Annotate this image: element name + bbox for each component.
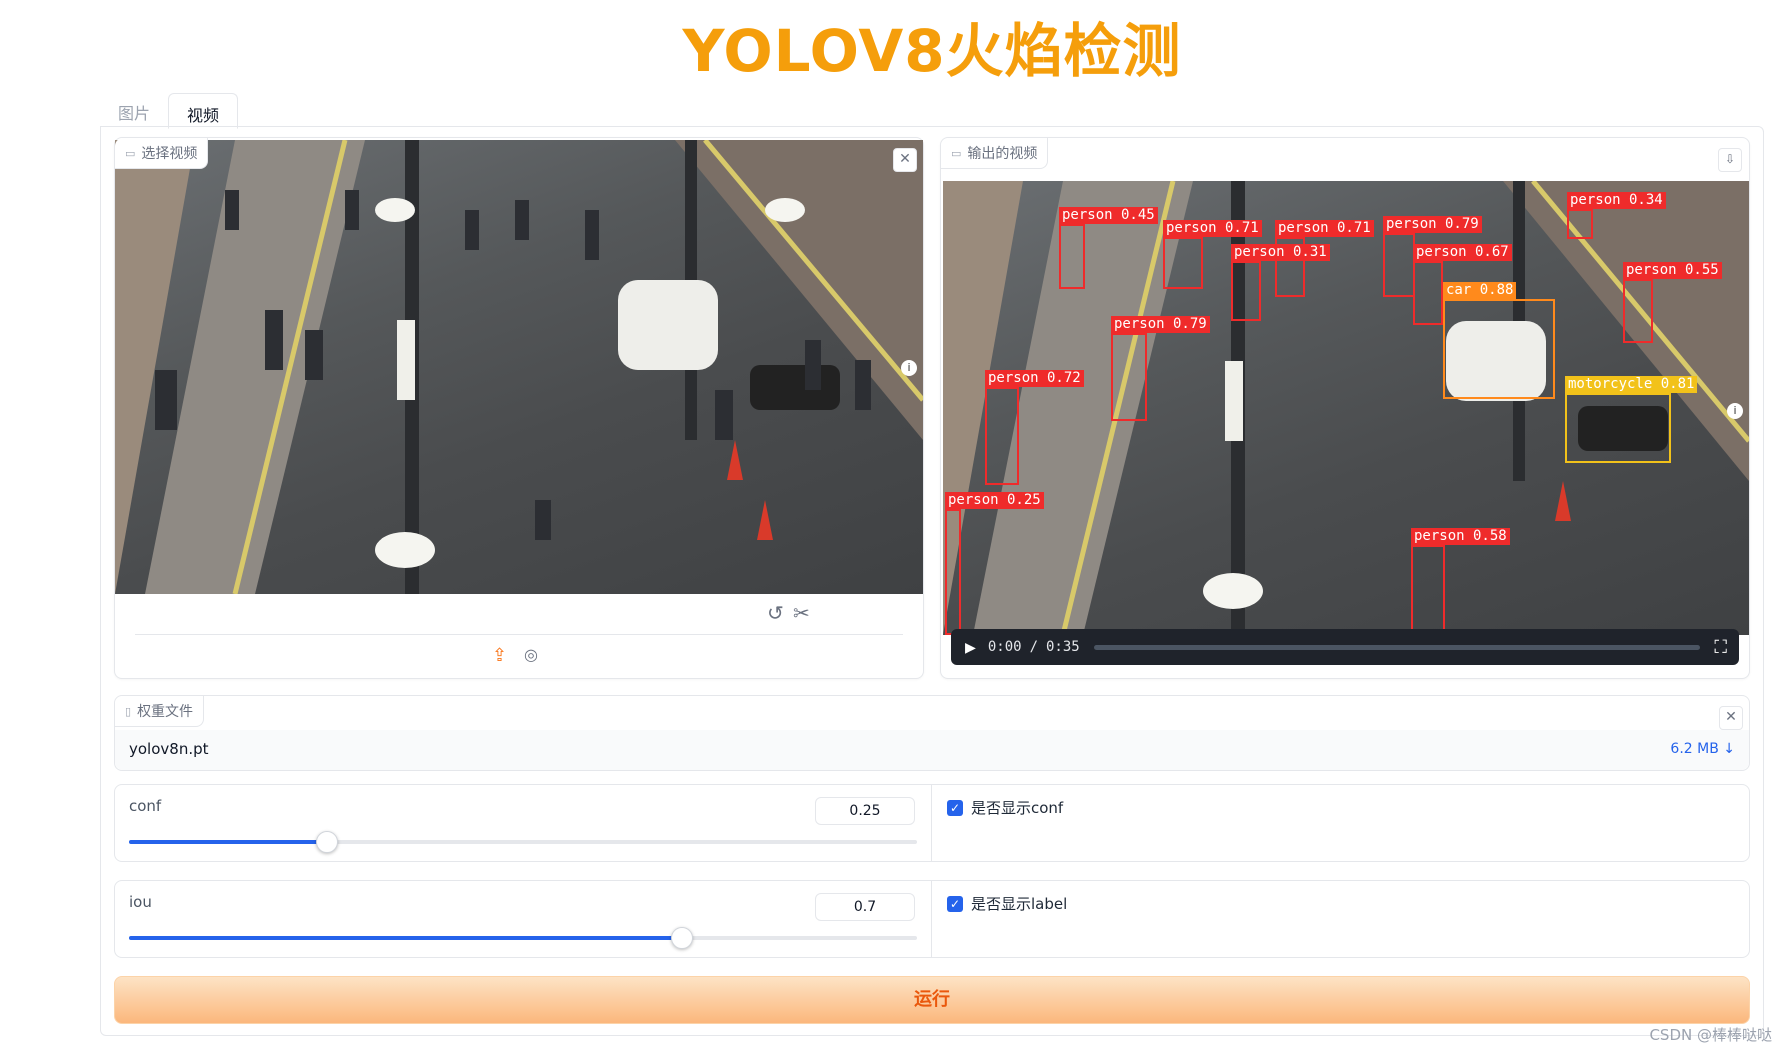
iou-slider[interactable] xyxy=(129,927,917,949)
detection-box: motorcycle 0.81 xyxy=(1565,376,1698,463)
input-video-box: ▭ 选择视频 ✕ i ↺ ✂ ⇪ ◎ xyxy=(114,137,924,679)
detection-label: person 0.34 xyxy=(1567,192,1666,209)
detection-label: person 0.67 xyxy=(1413,244,1512,261)
detection-box: person 0.79 xyxy=(1111,316,1210,421)
detection-label: person 0.55 xyxy=(1623,262,1722,279)
detection-label: person 0.25 xyxy=(945,492,1044,509)
detection-box: person 0.72 xyxy=(985,370,1084,485)
weights-download-link[interactable]: 6.2 MB ↓ xyxy=(1670,741,1735,757)
street-scene-image xyxy=(115,140,923,594)
info-icon[interactable]: i xyxy=(1727,403,1743,419)
detection-label: person 0.72 xyxy=(985,370,1084,387)
fullscreen-icon[interactable]: ⛶ xyxy=(1714,637,1727,658)
undo-icon[interactable]: ↺ xyxy=(767,601,784,625)
detection-label: person 0.79 xyxy=(1111,316,1210,333)
output-video-frame[interactable]: person 0.45 person 0.71 person 0.71 pers… xyxy=(943,181,1749,635)
detection-label: motorcycle 0.81 xyxy=(1565,376,1698,393)
file-row xyxy=(115,730,1749,770)
checkbox-checked-icon[interactable]: ✓ xyxy=(947,895,963,912)
detection-label: person 0.31 xyxy=(1231,244,1330,261)
output-video-label: ▭ 输出的视频 xyxy=(941,138,1049,169)
iou-number-input[interactable]: 0.7 xyxy=(815,893,915,921)
detection-label: person 0.79 xyxy=(1383,216,1482,233)
iou-label: iou xyxy=(129,893,152,911)
tab-video[interactable]: 视频 xyxy=(168,93,239,129)
weights-file-label: ▯ 权重文件 xyxy=(115,696,205,727)
iou-slider-fill xyxy=(129,936,681,940)
divider xyxy=(931,881,932,957)
tab-image[interactable]: 图片 xyxy=(100,92,168,128)
detection-label: person 0.58 xyxy=(1411,528,1510,545)
iou-row: iou 0.7 ✓ 是否显示label xyxy=(114,880,1750,958)
conf-label: conf xyxy=(129,797,162,815)
detection-label: person 0.71 xyxy=(1163,220,1262,237)
detection-box: person 0.25 xyxy=(945,492,1044,635)
detection-box: person 0.58 xyxy=(1411,528,1510,635)
page-title: YOLOV8火焰检测 xyxy=(682,17,1182,85)
detection-label: person 0.45 xyxy=(1059,207,1158,224)
detection-box: person 0.45 xyxy=(1059,207,1158,289)
detection-box: person 0.55 xyxy=(1623,262,1722,343)
info-icon[interactable]: i xyxy=(901,360,917,376)
time-current: 0:00 xyxy=(987,639,1022,655)
close-icon[interactable]: ✕ xyxy=(1719,706,1743,730)
video-progress-bar[interactable] xyxy=(1093,644,1701,650)
tab-bar: 图片 视频 xyxy=(100,92,239,129)
detection-label: person 0.71 xyxy=(1275,220,1374,237)
checkbox-checked-icon[interactable]: ✓ xyxy=(947,799,963,816)
divider xyxy=(931,785,932,861)
iou-slider-thumb[interactable] xyxy=(670,927,693,949)
detection-label: car 0.88 xyxy=(1443,282,1517,299)
show-conf-checkbox[interactable]: ✓ 是否显示conf xyxy=(947,797,1063,818)
webcam-icon[interactable]: ◎ xyxy=(524,645,538,664)
input-video-label: ▭ 选择视频 xyxy=(115,138,209,169)
detection-box: person 0.31 xyxy=(1231,244,1330,321)
weights-filename: yolov8n.pt xyxy=(129,740,209,758)
conf-slider[interactable] xyxy=(129,831,917,853)
time-total: 0:35 xyxy=(1046,639,1080,655)
detection-box: person 0.71 xyxy=(1163,220,1262,289)
upload-icon[interactable]: ⇪ xyxy=(492,645,507,666)
time-separator: / xyxy=(1029,639,1038,655)
detection-box: person 0.79 xyxy=(1383,216,1482,297)
detection-box: person 0.34 xyxy=(1567,192,1666,239)
show-label-checkbox[interactable]: ✓ 是否显示label xyxy=(947,893,1067,914)
detection-box: person 0.67 xyxy=(1413,244,1512,325)
download-icon[interactable]: ⇩ xyxy=(1718,148,1742,172)
video-camera-icon: ▭ xyxy=(951,146,962,160)
detection-box: car 0.88 xyxy=(1443,282,1555,399)
scissors-icon[interactable]: ✂ xyxy=(793,601,810,625)
conf-slider-fill xyxy=(129,840,326,844)
file-icon: ▯ xyxy=(125,704,132,718)
close-icon[interactable]: ✕ xyxy=(893,148,917,172)
watermark: CSDN @棒棒哒哒 xyxy=(1649,1026,1772,1044)
play-icon[interactable]: ▶ xyxy=(965,637,976,658)
conf-row: conf 0.25 ✓ 是否显示conf xyxy=(114,784,1750,862)
output-video-box: ▭ 输出的视频 ⇩ person 0.45 person 0.71 person… xyxy=(940,137,1750,679)
weights-file-box: ▯ 权重文件 ✕ yolov8n.pt 6.2 MB ↓ xyxy=(114,695,1750,771)
conf-number-input[interactable]: 0.25 xyxy=(815,797,915,825)
video-controls: ▶ 0:00 / 0:35 ⛶ xyxy=(951,629,1739,665)
divider xyxy=(135,634,903,635)
conf-slider-thumb[interactable] xyxy=(316,831,338,853)
run-button[interactable]: 运行 xyxy=(114,976,1750,1024)
video-camera-icon: ▭ xyxy=(125,146,136,160)
input-video-frame[interactable]: i xyxy=(115,140,923,594)
